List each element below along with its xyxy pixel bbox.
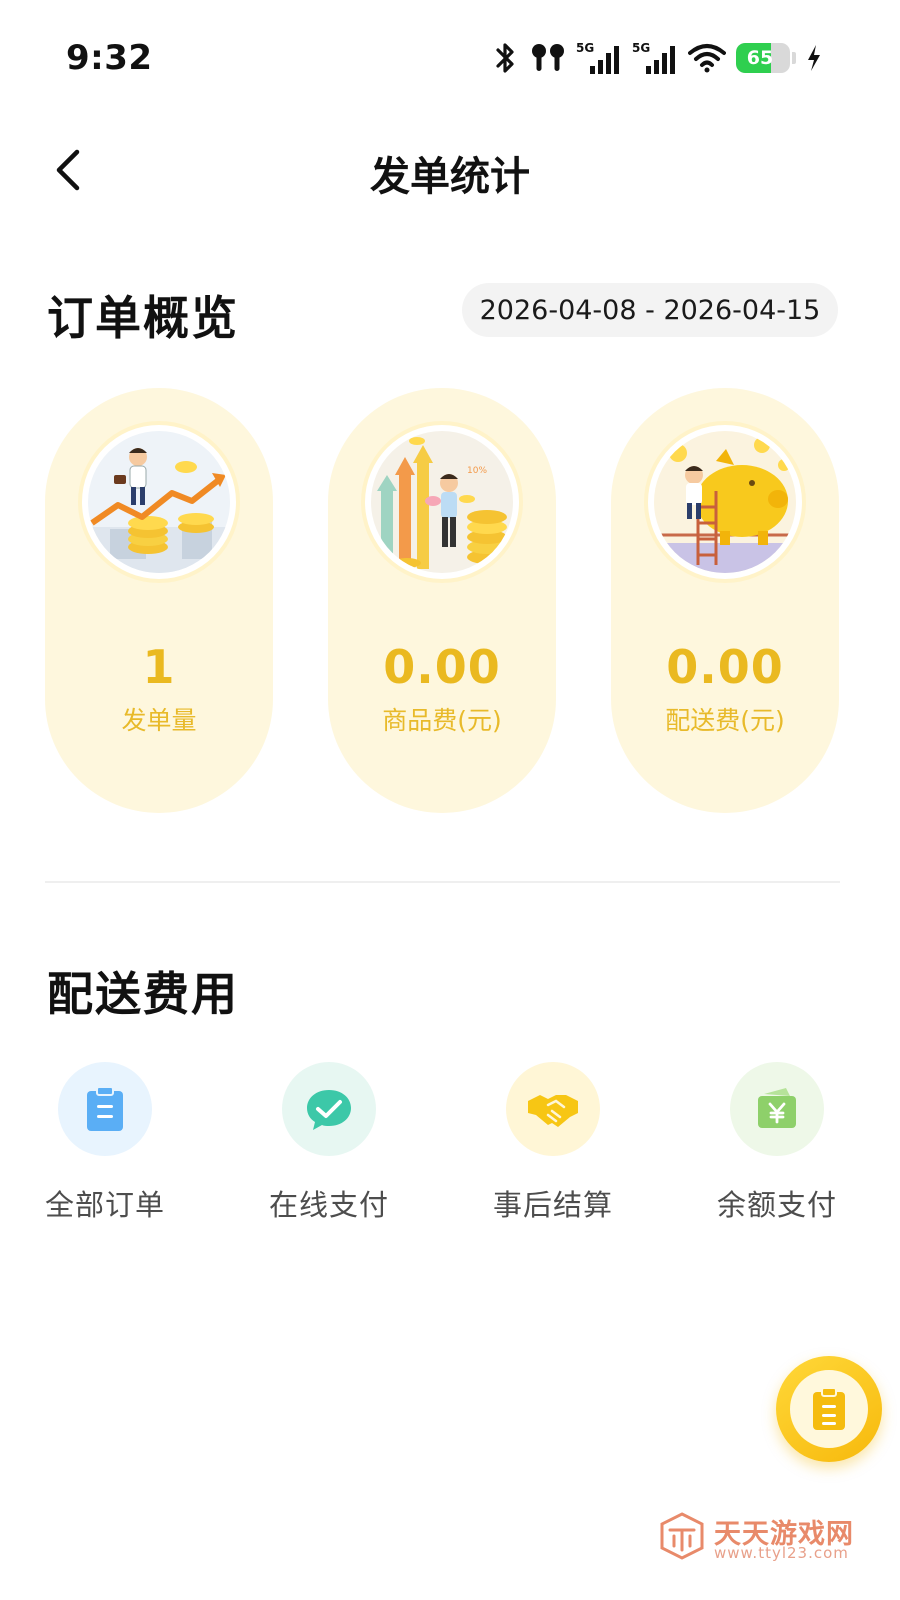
- stat-label: 配送费(元): [665, 706, 785, 735]
- watermark: 天天游戏网 www.ttyl23.com: [658, 1512, 878, 1562]
- businessman-coins-illustration: 10%: [365, 425, 519, 579]
- fee-item-label: 事后结算: [492, 1188, 613, 1222]
- overview-section-title: 订单概览: [47, 291, 239, 345]
- battery-cap: [792, 52, 796, 64]
- floating-orders-button[interactable]: [776, 1356, 882, 1462]
- fee-item-icon-bg: [282, 1062, 376, 1156]
- status-time: 9:32: [66, 38, 153, 78]
- stat-label: 发单量: [121, 706, 197, 735]
- battery-level: 65: [746, 47, 774, 69]
- fees-section-title: 配送费用: [47, 967, 239, 1021]
- chat-check-icon: [307, 1090, 351, 1130]
- status-bar: 9:32 5G 5G 65: [0, 0, 900, 110]
- fee-item-all-orders[interactable]: 全部订单: [30, 1062, 180, 1232]
- bluetooth-icon: [496, 43, 514, 73]
- fee-item-icon-bg: [730, 1062, 824, 1156]
- fee-item-icon-bg: [58, 1062, 152, 1156]
- clipboard-icon: [87, 1086, 123, 1131]
- fee-item-label: 余额支付: [716, 1188, 837, 1222]
- nav-bar: 发单统计: [0, 120, 900, 220]
- battery-icon: 65: [736, 43, 790, 73]
- signal-2-label: 5G: [632, 41, 650, 55]
- earbuds-icon: [532, 44, 564, 71]
- stat-label: 商品费(元): [382, 706, 502, 735]
- piggy-bank-illustration: [648, 425, 802, 579]
- stat-value: 0.00: [383, 640, 501, 694]
- handshake-icon: [528, 1095, 578, 1127]
- signal-5g-icon: 5G: [632, 41, 675, 74]
- wifi-icon: [688, 44, 726, 73]
- fee-items: 全部订单 在线支付 事后结算 余额支付: [30, 1062, 870, 1232]
- signal-1-label: 5G: [576, 41, 594, 55]
- fee-item-icon-bg: [506, 1062, 600, 1156]
- fee-item-balance-payment[interactable]: 余额支付: [702, 1062, 852, 1232]
- wallet-yen-icon: [758, 1088, 796, 1128]
- status-icons: 5G 5G 65: [492, 38, 822, 78]
- watermark-logo-icon: [660, 1512, 704, 1560]
- svg-text:10%: 10%: [467, 466, 487, 476]
- signal-5g-icon: 5G: [576, 41, 619, 74]
- watermark-url: www.ttyl23.com: [714, 1544, 849, 1562]
- stat-card-delivery-fee: 0.00 配送费(元): [611, 388, 839, 813]
- stat-card-goods-fee: 10% 0.00 商品费(元): [328, 388, 556, 813]
- fab-inner: [790, 1370, 868, 1448]
- section-divider: [45, 881, 840, 883]
- clipboard-icon: [813, 1387, 845, 1430]
- date-range-picker[interactable]: 2026-04-08 - 2026-04-15: [462, 283, 838, 337]
- fee-item-label: 全部订单: [44, 1188, 165, 1222]
- businessman-growth-illustration: [82, 425, 236, 579]
- stat-value: 1: [142, 640, 176, 694]
- charging-icon: [808, 45, 820, 71]
- stat-value: 0.00: [666, 640, 784, 694]
- fee-item-label: 在线支付: [268, 1188, 389, 1222]
- stat-cards: 1 发单量 10% 0.00 商品费(元) 0.00 配送费(元): [45, 388, 840, 813]
- stat-card-order-count: 1 发单量: [45, 388, 273, 813]
- page-title: 发单统计: [370, 154, 530, 200]
- fee-item-post-settlement[interactable]: 事后结算: [478, 1062, 628, 1232]
- fee-item-online-payment[interactable]: 在线支付: [254, 1062, 404, 1232]
